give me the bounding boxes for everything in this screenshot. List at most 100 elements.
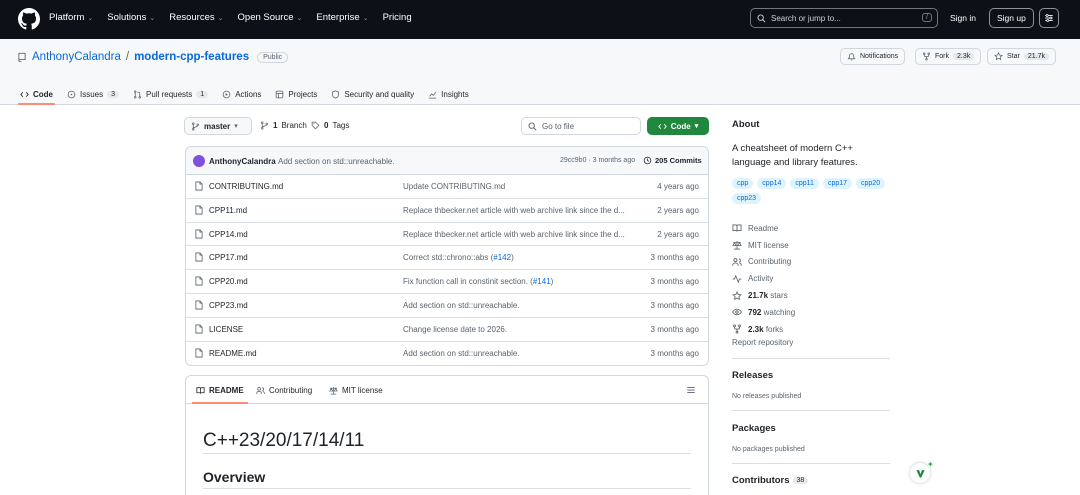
star-count: 21.7k xyxy=(1023,53,1049,60)
code-button[interactable]: Code ▾ xyxy=(647,117,709,135)
file-name-link[interactable]: CPP20.md xyxy=(209,277,248,286)
go-to-file-input[interactable]: Go to file xyxy=(521,117,641,135)
file-name-link[interactable]: CPP14.md xyxy=(209,230,248,239)
repo-name-link[interactable]: modern-cpp-features xyxy=(134,51,249,63)
topic-list: cpp cpp14 cpp11 cpp17 cpp20 cpp23 xyxy=(732,178,892,204)
nav-solutions[interactable]: Solutions ⌄ xyxy=(107,12,155,23)
file-commit-message[interactable]: Add section on std::unreachable. xyxy=(403,349,633,358)
search-input[interactable]: Search or jump to... / xyxy=(750,8,938,28)
activity-link[interactable]: Activity xyxy=(732,270,795,287)
notifications-button[interactable]: Notifications xyxy=(840,48,906,65)
branches-link[interactable]: 1 Branch xyxy=(260,121,307,130)
tab-insights[interactable]: Insights xyxy=(428,83,469,105)
topic-tag[interactable]: cpp11 xyxy=(790,178,819,189)
nav-resources[interactable]: Resources ⌄ xyxy=(169,12,223,23)
file-name-link[interactable]: CONTRIBUTING.md xyxy=(209,182,283,191)
file-rows: CONTRIBUTING.md Update CONTRIBUTING.md 4 y… xyxy=(186,175,708,365)
assistant-logo-icon xyxy=(915,469,925,478)
file-commit-message[interactable]: Update CONTRIBUTING.md xyxy=(403,182,633,191)
commit-message-text: Fix function call in constinit section. … xyxy=(403,277,533,287)
topic-tag[interactable]: cpp20 xyxy=(856,178,886,189)
file-name-link[interactable]: CPP17.md xyxy=(209,253,248,262)
tab-readme[interactable]: README xyxy=(192,386,248,404)
watchers-link[interactable]: 792 watching xyxy=(732,304,795,321)
releases-title[interactable]: Releases xyxy=(732,370,773,381)
tab-issues[interactable]: Issues 3 xyxy=(67,83,120,105)
contributing-link[interactable]: Contributing xyxy=(732,254,795,271)
commit-message-text: Add section on std::unreachable. xyxy=(403,300,520,310)
tab-pull-requests[interactable]: Pull requests 1 xyxy=(133,83,209,105)
settings-menu-button[interactable] xyxy=(1039,8,1059,28)
global-nav: Platform ⌄ Solutions ⌄ Resources ⌄ Open Sou… xyxy=(49,12,412,23)
readme-subheading: Overview xyxy=(203,469,266,485)
sign-up-button[interactable]: Sign up xyxy=(989,8,1034,28)
forks-link[interactable]: 2.3k forks xyxy=(732,321,795,338)
pulse-icon xyxy=(732,274,742,284)
sidebar-divider xyxy=(732,463,890,464)
tab-license[interactable]: MIT license xyxy=(329,386,383,395)
file-name-link[interactable]: CPP11.md xyxy=(209,206,247,215)
sidebar-divider xyxy=(732,410,890,411)
repo-owner-link[interactable]: AnthonyCalandra xyxy=(32,51,121,63)
nav-enterprise[interactable]: Enterprise ⌄ xyxy=(316,12,368,23)
pull-request-link[interactable]: #142 xyxy=(493,253,511,262)
file-commit-message[interactable]: Fix function call in constinit section. … xyxy=(403,277,633,286)
readme-link[interactable]: Readme xyxy=(732,220,795,237)
file-row[interactable]: CPP11.md Replace thbecker.net article wit… xyxy=(186,199,708,223)
file-name-link[interactable]: LICENSE xyxy=(209,325,243,334)
tab-projects[interactable]: Projects xyxy=(275,83,317,105)
contributors-title[interactable]: Contributors 38 xyxy=(732,475,809,486)
tags-link[interactable]: 0 Tags xyxy=(311,121,349,130)
github-logo-icon[interactable] xyxy=(18,8,40,30)
fork-button[interactable]: Fork 2.3k xyxy=(915,48,982,65)
nav-open-source[interactable]: Open Source ⌄ xyxy=(238,12,303,23)
fork-icon xyxy=(733,324,741,334)
topic-tag[interactable]: cpp14 xyxy=(757,178,787,189)
sparkle-icon: ✦ xyxy=(927,460,934,469)
branch-select-button[interactable]: master ▾ xyxy=(184,117,252,135)
file-commit-message[interactable]: Replace thbecker.net article with web ar… xyxy=(403,206,633,215)
commit-message-text: Change license date to 2026. xyxy=(403,324,508,334)
nav-pricing[interactable]: Pricing xyxy=(383,12,412,23)
file-row[interactable]: CPP20.md Fix function call in constinit s… xyxy=(186,270,708,294)
commit-author[interactable]: AnthonyCalandra xyxy=(209,157,276,166)
avatar[interactable] xyxy=(193,155,205,167)
commit-message[interactable]: Add section on std::unreachable. xyxy=(278,157,395,166)
file-commit-message[interactable]: Replace thbecker.net article with web ar… xyxy=(403,230,633,239)
people-icon xyxy=(256,387,265,394)
file-commit-message[interactable]: Add section on std::unreachable. xyxy=(403,301,633,310)
file-row[interactable]: CPP17.md Correct std::chrono::abs (#142) 3… xyxy=(186,246,708,271)
file-commit-message[interactable]: Change license date to 2026. xyxy=(403,325,633,334)
commits-link[interactable]: 205 Commits xyxy=(643,156,702,165)
file-row[interactable]: CPP14.md Replace thbecker.net article wit… xyxy=(186,223,708,247)
tab-contributing[interactable]: Contributing xyxy=(256,386,312,395)
nav-platform[interactable]: Platform ⌄ xyxy=(49,12,93,23)
tab-code[interactable]: Code xyxy=(18,83,55,105)
tab-security[interactable]: Security and quality xyxy=(331,83,414,105)
packages-title[interactable]: Packages xyxy=(732,423,776,434)
outline-list-icon[interactable] xyxy=(686,385,696,395)
eye-icon xyxy=(732,309,742,316)
file-row[interactable]: README.md Add section on std::unreachable… xyxy=(186,342,708,365)
pull-request-link[interactable]: #141 xyxy=(533,277,551,286)
commit-message-text: Replace thbecker.net article with web ar… xyxy=(403,229,625,239)
commit-meta[interactable]: 29cc9b0 · 3 months ago xyxy=(560,157,635,164)
topic-tag[interactable]: cpp23 xyxy=(732,193,762,204)
file-name-link[interactable]: README.md xyxy=(209,349,257,358)
license-link[interactable]: MIT license xyxy=(732,237,795,254)
topic-tag[interactable]: cpp xyxy=(732,178,754,189)
file-row[interactable]: CONTRIBUTING.md Update CONTRIBUTING.md 4 y… xyxy=(186,175,708,199)
tab-actions[interactable]: Actions xyxy=(222,83,261,105)
report-repository-link[interactable]: Report repository xyxy=(732,338,793,347)
chevron-down-icon: ⌄ xyxy=(362,14,369,22)
link-label: Readme xyxy=(748,223,779,233)
topic-tag[interactable]: cpp17 xyxy=(822,178,853,189)
file-row[interactable]: LICENSE Change license date to 2026. 3 mon… xyxy=(186,318,708,342)
branch-icon xyxy=(192,121,199,131)
file-row[interactable]: CPP23.md Add section on std::unreachable.… xyxy=(186,294,708,318)
file-name-link[interactable]: CPP23.md xyxy=(209,301,248,310)
stars-link[interactable]: 21.7k stars xyxy=(732,287,795,304)
sign-in-link[interactable]: Sign in xyxy=(950,13,976,23)
star-button[interactable]: Star 21.7k xyxy=(987,48,1056,65)
file-commit-message[interactable]: Correct std::chrono::abs (#142) xyxy=(403,253,633,262)
